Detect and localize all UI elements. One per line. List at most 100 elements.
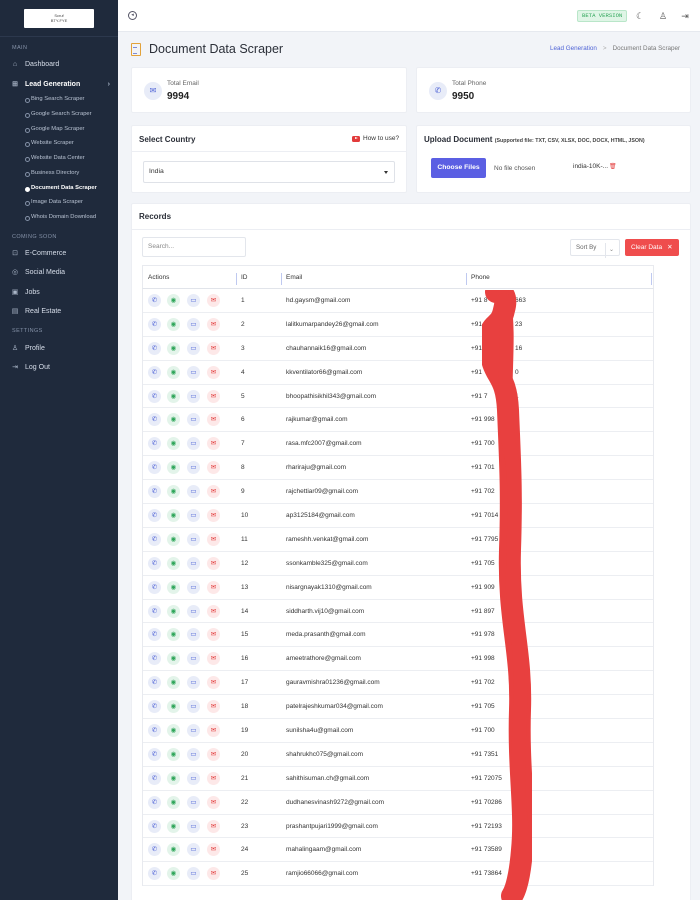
message-icon[interactable]: ▭ (187, 485, 200, 499)
sidebar-sub-google-search[interactable]: Google Search Scraper (25, 111, 92, 118)
mail-icon[interactable]: ✉ (207, 532, 220, 546)
phone-icon[interactable]: ✆ (148, 365, 161, 379)
whatsapp-icon[interactable]: ◉ (167, 628, 180, 642)
message-icon[interactable]: ▭ (187, 556, 200, 570)
phone-icon[interactable]: ✆ (148, 795, 161, 809)
message-icon[interactable]: ▭ (187, 437, 200, 451)
phone-icon[interactable]: ✆ (148, 485, 161, 499)
phone-icon[interactable]: ✆ (148, 509, 161, 523)
phone-icon[interactable]: ✆ (148, 747, 161, 761)
message-icon[interactable]: ▭ (187, 294, 200, 307)
mail-icon[interactable]: ✉ (207, 389, 220, 403)
whatsapp-icon[interactable]: ◉ (167, 747, 180, 761)
message-icon[interactable]: ▭ (187, 532, 200, 546)
phone-icon[interactable]: ✆ (148, 437, 161, 451)
mail-icon[interactable]: ✉ (207, 795, 220, 809)
whatsapp-icon[interactable]: ◉ (167, 341, 180, 355)
whatsapp-icon[interactable]: ◉ (167, 461, 180, 475)
mail-icon[interactable]: ✉ (207, 628, 220, 642)
whatsapp-icon[interactable]: ◉ (167, 413, 180, 427)
sidebar-item-lead-generation[interactable]: ⊞ Lead Generation › (10, 77, 110, 91)
message-icon[interactable]: ▭ (187, 867, 200, 881)
mail-icon[interactable]: ✉ (207, 771, 220, 785)
mail-icon[interactable]: ✉ (207, 700, 220, 714)
mail-icon[interactable]: ✉ (207, 317, 220, 331)
sidebar-sub-google-map[interactable]: Google Map Scraper (25, 126, 85, 133)
phone-icon[interactable]: ✆ (148, 867, 161, 881)
sidebar-item-profile[interactable]: ♙ Profile (10, 341, 110, 355)
message-icon[interactable]: ▭ (187, 604, 200, 618)
country-select[interactable]: India (143, 161, 395, 183)
mail-icon[interactable]: ✉ (207, 604, 220, 618)
message-icon[interactable]: ▭ (187, 700, 200, 714)
whatsapp-icon[interactable]: ◉ (167, 700, 180, 714)
mail-icon[interactable]: ✉ (207, 580, 220, 594)
mail-icon[interactable]: ✉ (207, 437, 220, 451)
search-input[interactable]: Search... (142, 237, 246, 257)
logout-icon[interactable]: ⇥ (679, 10, 691, 22)
how-to-use-link[interactable]: How to use? (352, 135, 399, 142)
message-icon[interactable]: ▭ (187, 509, 200, 523)
sidebar-item-dashboard[interactable]: ⌂ Dashboard (10, 57, 110, 71)
phone-icon[interactable]: ✆ (148, 532, 161, 546)
whatsapp-icon[interactable]: ◉ (167, 676, 180, 690)
sidebar-sub-website-data-center[interactable]: Website Data Center (25, 155, 85, 162)
sidebar-sub-website[interactable]: Website Scraper (25, 140, 74, 147)
phone-icon[interactable]: ✆ (148, 556, 161, 570)
phone-icon[interactable]: ✆ (148, 413, 161, 427)
whatsapp-icon[interactable]: ◉ (167, 389, 180, 403)
message-icon[interactable]: ▭ (187, 676, 200, 690)
message-icon[interactable]: ▭ (187, 843, 200, 857)
sidebar-item-jobs[interactable]: ▣ Jobs (10, 285, 110, 299)
mail-icon[interactable]: ✉ (207, 652, 220, 666)
whatsapp-icon[interactable]: ◉ (167, 819, 180, 833)
sort-by-select[interactable]: Sort By ⌄ (570, 239, 620, 258)
message-icon[interactable]: ▭ (187, 819, 200, 833)
mail-icon[interactable]: ✉ (207, 747, 220, 761)
whatsapp-icon[interactable]: ◉ (167, 724, 180, 738)
phone-icon[interactable]: ✆ (148, 652, 161, 666)
sidebar-sub-bing[interactable]: Bing Search Scraper (25, 96, 85, 103)
phone-icon[interactable]: ✆ (148, 628, 161, 642)
mail-icon[interactable]: ✉ (207, 509, 220, 523)
sidebar-item-real-estate[interactable]: ▤ Real Estate (10, 304, 110, 318)
mail-icon[interactable]: ✉ (207, 461, 220, 475)
phone-icon[interactable]: ✆ (148, 317, 161, 331)
choose-files-button[interactable]: Choose Files (431, 158, 486, 178)
logo[interactable]: Scruf BTY-FYE (24, 9, 94, 28)
mail-icon[interactable]: ✉ (207, 365, 220, 379)
clear-data-button[interactable]: Clear Data ✕ (625, 239, 679, 256)
message-icon[interactable]: ▭ (187, 317, 200, 331)
message-icon[interactable]: ▭ (187, 652, 200, 666)
mail-icon[interactable]: ✉ (207, 843, 220, 857)
sidebar-item-social-media[interactable]: ◎ Social Media (10, 265, 110, 279)
phone-icon[interactable]: ✆ (148, 389, 161, 403)
phone-icon[interactable]: ✆ (148, 604, 161, 618)
whatsapp-icon[interactable]: ◉ (167, 365, 180, 379)
message-icon[interactable]: ▭ (187, 771, 200, 785)
whatsapp-icon[interactable]: ◉ (167, 604, 180, 618)
mail-icon[interactable]: ✉ (207, 867, 220, 881)
phone-icon[interactable]: ✆ (148, 700, 161, 714)
message-icon[interactable]: ▭ (187, 389, 200, 403)
whatsapp-icon[interactable]: ◉ (167, 556, 180, 570)
sidebar-item-logout[interactable]: ⇥ Log Out (10, 360, 110, 374)
sidebar-toggle-icon[interactable]: ◂ (128, 11, 137, 20)
mail-icon[interactable]: ✉ (207, 724, 220, 738)
user-icon[interactable]: ♙ (657, 10, 669, 22)
message-icon[interactable]: ▭ (187, 461, 200, 475)
message-icon[interactable]: ▭ (187, 795, 200, 809)
sidebar-sub-business-directory[interactable]: Business Directory (24, 170, 79, 177)
mail-icon[interactable]: ✉ (207, 413, 220, 427)
message-icon[interactable]: ▭ (187, 365, 200, 379)
moon-icon[interactable]: ☾ (634, 10, 646, 22)
mail-icon[interactable]: ✉ (207, 294, 220, 307)
sidebar-sub-document-data[interactable]: Document Data Scraper (25, 185, 97, 192)
phone-icon[interactable]: ✆ (148, 819, 161, 833)
phone-icon[interactable]: ✆ (148, 771, 161, 785)
phone-icon[interactable]: ✆ (148, 724, 161, 738)
whatsapp-icon[interactable]: ◉ (167, 294, 180, 307)
whatsapp-icon[interactable]: ◉ (167, 652, 180, 666)
mail-icon[interactable]: ✉ (207, 819, 220, 833)
phone-icon[interactable]: ✆ (148, 843, 161, 857)
